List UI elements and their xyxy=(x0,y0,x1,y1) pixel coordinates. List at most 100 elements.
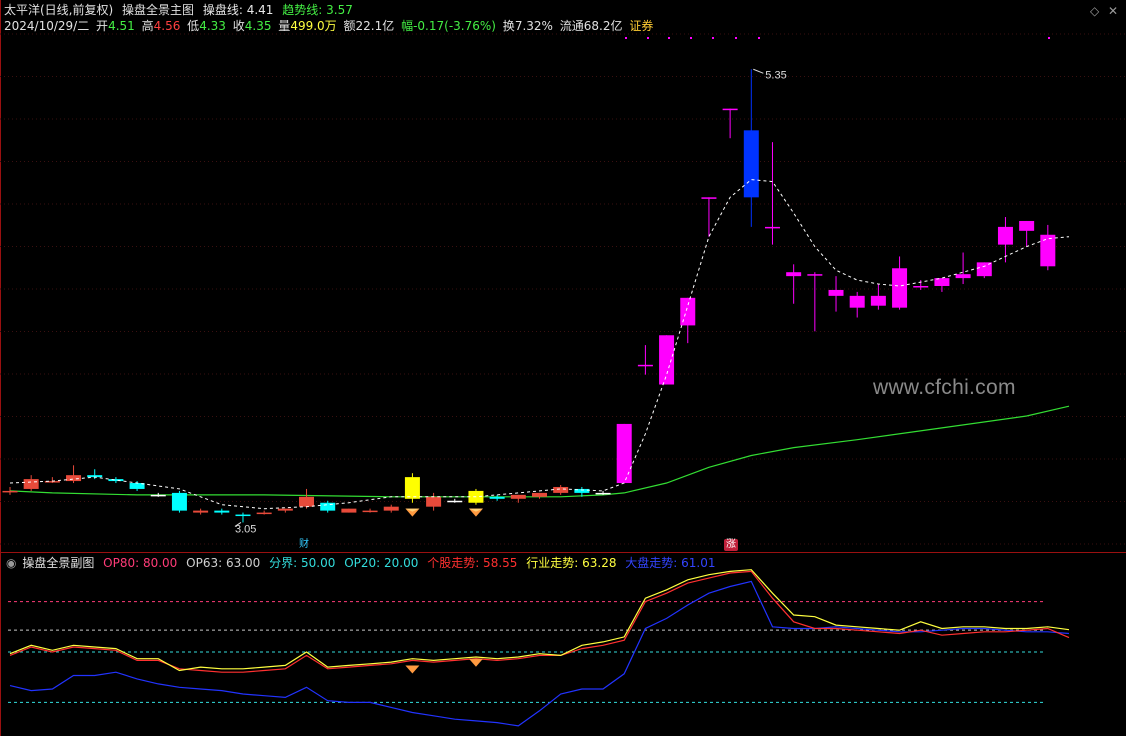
candle-body xyxy=(235,514,251,517)
gem-body xyxy=(468,658,483,667)
candle xyxy=(256,510,272,515)
candle-body xyxy=(616,423,632,484)
gem-body xyxy=(405,665,420,674)
candle-body xyxy=(997,226,1013,245)
buy-gem-icon xyxy=(405,508,420,517)
candle-body xyxy=(892,268,908,308)
high-price-label: 5.35 xyxy=(765,69,786,81)
signal-dot xyxy=(1048,37,1050,39)
candle xyxy=(786,264,802,304)
candle-body xyxy=(426,496,442,507)
candle-body xyxy=(849,295,865,308)
candle-body xyxy=(764,226,780,229)
candle xyxy=(320,500,336,513)
candle-body xyxy=(1019,220,1035,231)
candle xyxy=(532,492,547,499)
candle xyxy=(849,291,865,318)
stock-trend-line xyxy=(9,570,1070,673)
financial-report-tag[interactable]: 财 xyxy=(297,539,311,551)
candle xyxy=(171,490,187,513)
candle-body xyxy=(489,496,505,499)
candle-body xyxy=(553,486,569,493)
candle xyxy=(150,492,166,497)
candle-body xyxy=(1040,234,1056,267)
candle xyxy=(426,492,442,511)
candle xyxy=(383,504,399,513)
candle-body xyxy=(447,500,463,503)
candle xyxy=(934,278,950,292)
candle xyxy=(722,108,738,139)
candle-body xyxy=(214,510,230,513)
candle xyxy=(553,485,569,495)
candle-body xyxy=(786,272,802,277)
candle-body xyxy=(362,510,378,513)
candle-body xyxy=(23,479,39,489)
candle-body xyxy=(870,295,886,306)
candle xyxy=(510,494,526,503)
candle xyxy=(892,256,908,310)
candle xyxy=(637,345,653,375)
trend-line xyxy=(9,405,1070,498)
signal-dot xyxy=(647,37,649,39)
candle xyxy=(616,423,632,484)
candle-body xyxy=(913,286,929,288)
watermark: www.cfchi.com xyxy=(873,376,1016,399)
candle-body xyxy=(171,492,187,511)
candle xyxy=(404,473,420,503)
buy-gem-icon xyxy=(468,508,483,517)
signal-dot xyxy=(712,37,714,39)
candle-body xyxy=(722,108,738,111)
candle-body xyxy=(404,477,420,499)
candle-body xyxy=(807,274,823,276)
candle-body xyxy=(193,510,209,513)
candle xyxy=(955,252,971,285)
candle-body xyxy=(532,492,547,497)
candle-body xyxy=(701,197,717,199)
candle xyxy=(193,508,209,515)
candle xyxy=(1040,224,1056,271)
candle xyxy=(764,142,780,245)
candle xyxy=(108,477,124,484)
candle xyxy=(341,508,357,513)
candle xyxy=(66,465,82,484)
candle xyxy=(659,335,675,385)
candle-body xyxy=(299,496,315,507)
candle xyxy=(44,477,60,484)
candle xyxy=(214,508,230,515)
candle xyxy=(870,284,886,310)
candle-body xyxy=(659,335,675,385)
signal-dot xyxy=(735,37,737,39)
candle-body xyxy=(955,274,971,279)
candle xyxy=(828,276,844,312)
candle xyxy=(743,69,759,227)
candle-body xyxy=(256,512,272,515)
candle-body xyxy=(976,262,992,277)
kline-chart[interactable]: 5.35 3.05 xyxy=(0,0,1126,736)
candle xyxy=(23,475,39,491)
candle-body xyxy=(150,494,166,497)
candle xyxy=(595,490,611,495)
signal-dot xyxy=(758,37,760,39)
low-price-label: 3.05 xyxy=(235,523,256,535)
limit-up-tag[interactable]: 涨 xyxy=(724,539,738,551)
candle-body xyxy=(637,364,653,367)
candle-body xyxy=(320,502,336,511)
candle-body xyxy=(341,508,357,513)
candle-body xyxy=(828,289,844,296)
candle xyxy=(1019,220,1035,247)
candle-body xyxy=(2,490,18,493)
candle-body xyxy=(510,494,526,499)
sub-gem-icon xyxy=(405,665,420,674)
candle xyxy=(701,197,717,237)
candle-body xyxy=(383,506,399,511)
candle-body xyxy=(108,479,124,482)
sub-gem-icon xyxy=(468,658,483,667)
candle xyxy=(299,488,315,509)
candle xyxy=(2,486,18,495)
signal-dot xyxy=(625,37,627,39)
signal-dot xyxy=(668,37,670,39)
candle-body xyxy=(277,508,293,511)
candle xyxy=(997,217,1013,263)
candle-body xyxy=(743,130,759,198)
candle xyxy=(277,508,293,513)
